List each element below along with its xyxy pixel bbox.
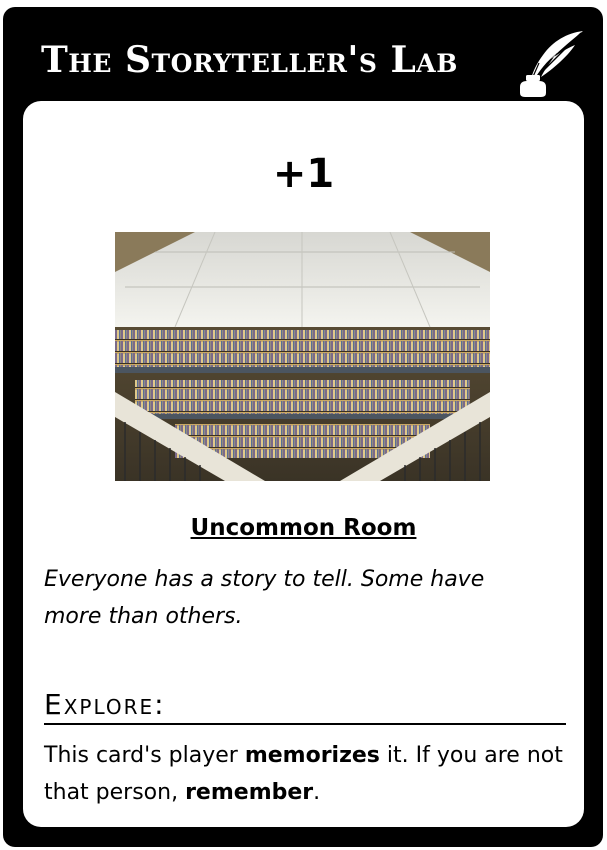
cost-value: +1 xyxy=(272,151,335,197)
flavor-text: Everyone has a story to tell. Some have … xyxy=(44,567,485,629)
rules-text: This card's player memorizes it. If you … xyxy=(44,743,563,805)
card-frame: The Storyteller's Lab +1 Uncommon Room E… xyxy=(3,7,603,847)
card-title: The Storyteller's Lab xyxy=(41,39,458,81)
room-type-label: Uncommon Room xyxy=(190,515,417,541)
card-body-panel: +1 Uncommon Room Everyone has a story to… xyxy=(23,101,584,827)
library-room-image xyxy=(115,232,490,481)
memorizes-keyword: memorizes xyxy=(244,743,380,768)
remember-keyword: remember xyxy=(185,780,314,805)
explore-heading: Explore: xyxy=(44,687,566,725)
quill-inkwell-icon xyxy=(520,31,583,97)
